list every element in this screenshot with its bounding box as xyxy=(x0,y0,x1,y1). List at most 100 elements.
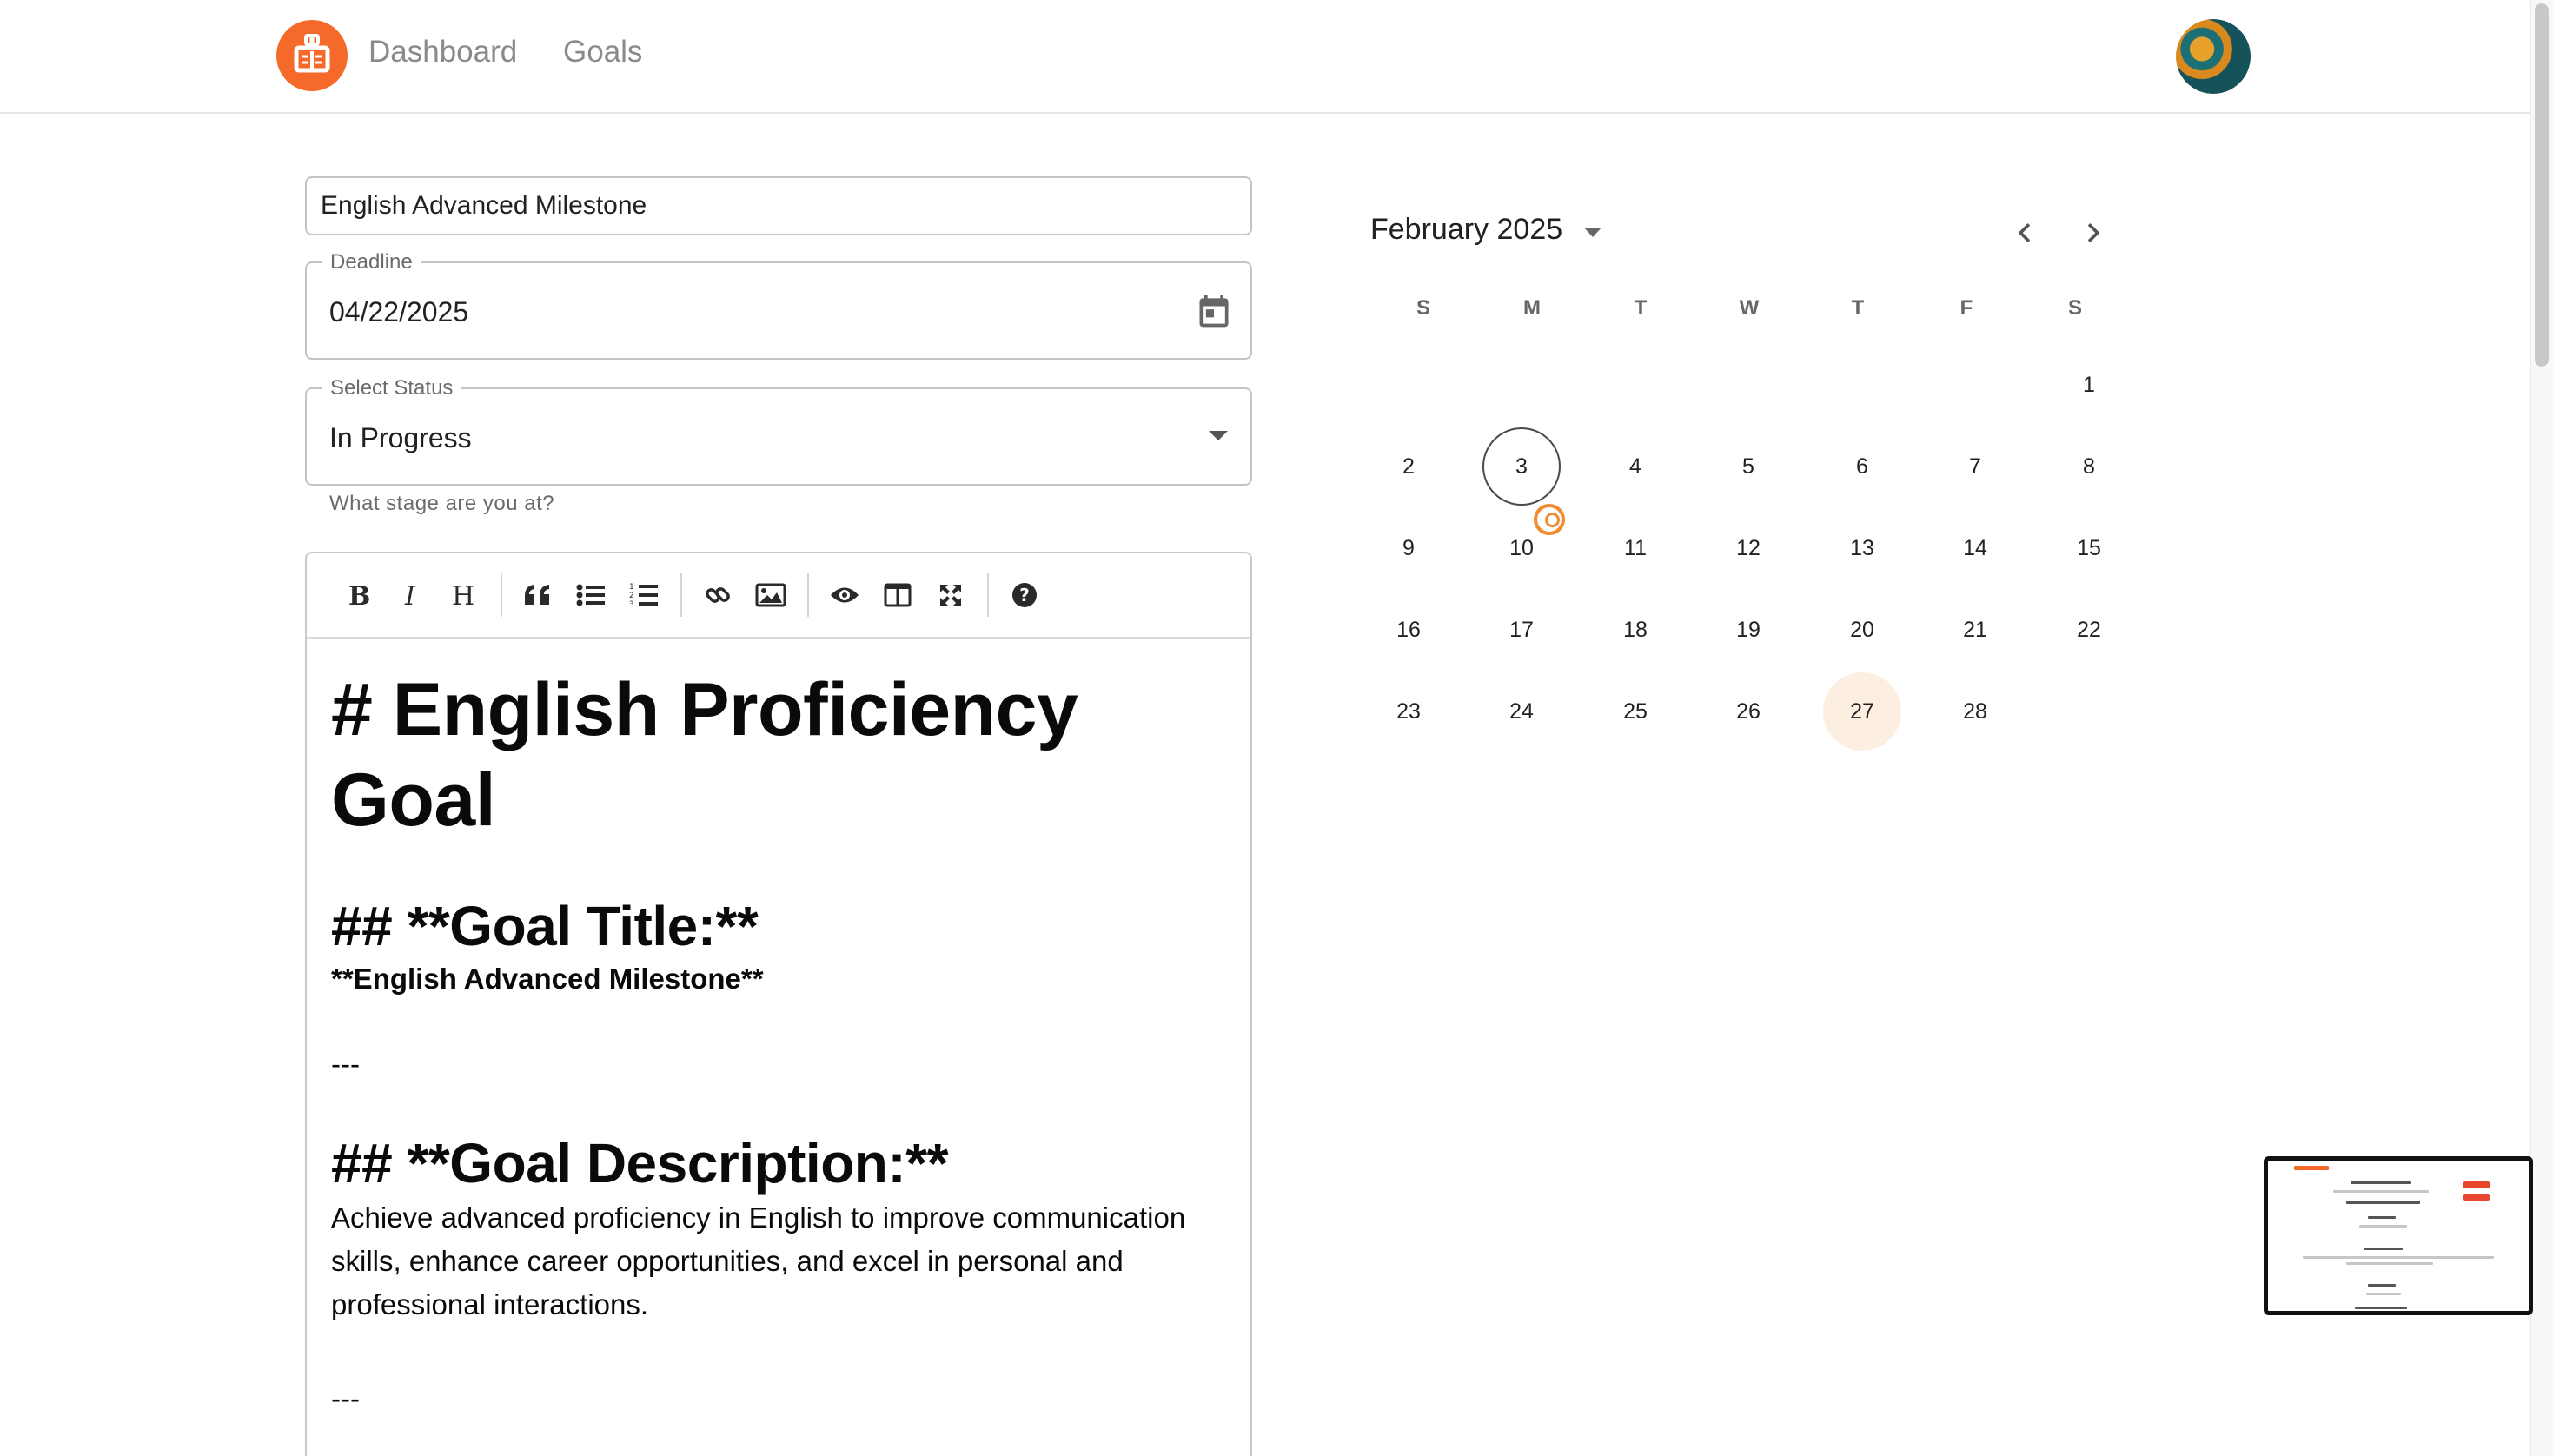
weekday-header: S xyxy=(1416,296,1430,320)
columns-icon xyxy=(884,583,912,607)
calendar-day[interactable]: 6 xyxy=(1823,427,1901,506)
markdown-guide-button[interactable]: ? xyxy=(999,570,1050,620)
month-dropdown-icon[interactable] xyxy=(1584,228,1601,237)
calendar-day[interactable]: 23 xyxy=(1369,672,1448,751)
top-navigation-bar: Dashboard Goals xyxy=(0,0,2530,114)
editor-toolbar: B I H 1 2 3 ? xyxy=(307,553,1250,639)
svg-text:2: 2 xyxy=(629,592,634,600)
dropdown-arrow-icon[interactable] xyxy=(1209,431,1228,440)
calendar-day[interactable]: 1 xyxy=(2050,346,2128,424)
scrollbar-thumb[interactable] xyxy=(2535,3,2549,367)
calendar-day[interactable]: 16 xyxy=(1369,591,1448,669)
unordered-list-icon xyxy=(576,584,605,606)
calendar-day[interactable]: 2 xyxy=(1369,427,1448,506)
preview-detail xyxy=(2346,1201,2420,1204)
user-avatar[interactable] xyxy=(2176,19,2251,94)
calendar-day[interactable]: 9 xyxy=(1369,509,1448,587)
bold-icon: B xyxy=(348,582,370,608)
calendar-day[interactable]: 4 xyxy=(1596,427,1674,506)
image-button[interactable] xyxy=(746,570,796,620)
deadline-field[interactable]: Deadline xyxy=(305,249,1252,360)
status-value: In Progress xyxy=(329,422,472,453)
preview-detail xyxy=(2351,1181,2411,1184)
ordered-list-button[interactable]: 1 2 3 xyxy=(619,570,669,620)
side-by-side-button[interactable] xyxy=(872,570,923,620)
svg-text:H: H xyxy=(452,582,474,608)
heading-button[interactable]: H xyxy=(439,570,489,620)
quote-button[interactable] xyxy=(513,570,563,620)
calendar-day[interactable]: 21 xyxy=(1936,591,2014,669)
calendar-day[interactable]: 11 xyxy=(1596,509,1674,587)
svg-text:3: 3 xyxy=(629,600,634,609)
calendar-day[interactable]: 7 xyxy=(1936,427,2014,506)
preview-button[interactable] xyxy=(819,570,870,620)
preview-detail xyxy=(2368,1216,2396,1219)
weekday-header: F xyxy=(1960,296,1973,320)
calendar-day[interactable]: 19 xyxy=(1709,591,1787,669)
svg-text:I: I xyxy=(404,582,416,608)
markdown-hr: --- xyxy=(331,1048,360,1080)
calendar-day[interactable]: 17 xyxy=(1482,591,1561,669)
calendar-day[interactable]: 15 xyxy=(2050,509,2128,587)
weekday-header: T xyxy=(1851,296,1865,320)
preview-detail xyxy=(2463,1181,2490,1188)
calendar-month-label[interactable]: February 2025 xyxy=(1370,213,1562,247)
deadline-label: Deadline xyxy=(322,249,421,275)
toolbar-separator xyxy=(501,573,502,617)
calendar-day[interactable]: 14 xyxy=(1936,509,2014,587)
markdown-goal-title-value: **English Advanced Milestone** xyxy=(331,963,764,995)
goal-title-field[interactable] xyxy=(305,176,1252,235)
preview-detail xyxy=(2294,1166,2329,1170)
calendar-day[interactable]: 24 xyxy=(1482,672,1561,751)
svg-text:1: 1 xyxy=(629,583,634,592)
calendar-day[interactable]: 26 xyxy=(1709,672,1787,751)
calendar-day[interactable]: 8 xyxy=(2050,427,2128,506)
app-logo-icon[interactable] xyxy=(276,20,348,91)
calendar-day[interactable]: 20 xyxy=(1823,591,1901,669)
next-month-icon[interactable] xyxy=(2074,214,2112,252)
page-preview-thumbnail[interactable] xyxy=(2264,1156,2533,1315)
preview-detail xyxy=(2359,1225,2407,1228)
nav-link-dashboard[interactable]: Dashboard xyxy=(368,35,517,69)
status-helper-text: What stage are you at? xyxy=(329,492,555,515)
preview-detail xyxy=(2303,1256,2494,1259)
preview-detail xyxy=(2346,1262,2433,1265)
calendar-day[interactable]: 22 xyxy=(2050,591,2128,669)
bold-button[interactable]: B xyxy=(333,570,383,620)
italic-button[interactable]: I xyxy=(386,570,436,620)
preview-detail xyxy=(2333,1190,2429,1193)
calendar-icon[interactable] xyxy=(1195,292,1233,330)
deadline-marker-icon xyxy=(1534,504,1565,535)
preview-detail xyxy=(2366,1293,2401,1295)
goal-title-input[interactable] xyxy=(307,178,1250,234)
preview-detail xyxy=(2364,1248,2403,1250)
link-button[interactable] xyxy=(693,570,743,620)
calendar-day[interactable]: 13 xyxy=(1823,509,1901,587)
calendar-day[interactable]: 27 xyxy=(1823,672,1901,751)
previous-month-icon[interactable] xyxy=(2006,214,2044,252)
calendar-day[interactable]: 5 xyxy=(1709,427,1787,506)
quote-icon xyxy=(525,585,549,605)
nav-link-goals[interactable]: Goals xyxy=(563,35,642,69)
toolbar-separator xyxy=(680,573,682,617)
fullscreen-button[interactable] xyxy=(925,570,976,620)
eye-icon xyxy=(831,587,859,603)
calendar-day[interactable]: 25 xyxy=(1596,672,1674,751)
preview-detail xyxy=(2368,1284,2396,1287)
calendar-day[interactable]: 18 xyxy=(1596,591,1674,669)
markdown-description-paragraph: Achieve advanced proficiency in English … xyxy=(331,1201,1186,1320)
deadline-input[interactable] xyxy=(329,296,1111,328)
toolbar-separator xyxy=(987,573,989,617)
calendar-day[interactable]: 3 xyxy=(1482,427,1561,506)
unordered-list-button[interactable] xyxy=(566,570,616,620)
italic-icon: I xyxy=(404,582,416,608)
calendar-day[interactable]: 28 xyxy=(1936,672,2014,751)
ordered-list-icon: 1 2 3 xyxy=(629,583,658,609)
markdown-h2-goal-title: ## **Goal Title:** xyxy=(331,895,759,957)
preview-detail xyxy=(2463,1194,2490,1201)
calendar-day[interactable]: 12 xyxy=(1709,509,1787,587)
book-building-icon xyxy=(294,34,330,73)
svg-text:B: B xyxy=(348,582,370,608)
editor-content[interactable]: # English Proficiency Goal ## **Goal Tit… xyxy=(307,639,1250,1420)
status-select[interactable]: Select Status In Progress xyxy=(305,375,1252,486)
